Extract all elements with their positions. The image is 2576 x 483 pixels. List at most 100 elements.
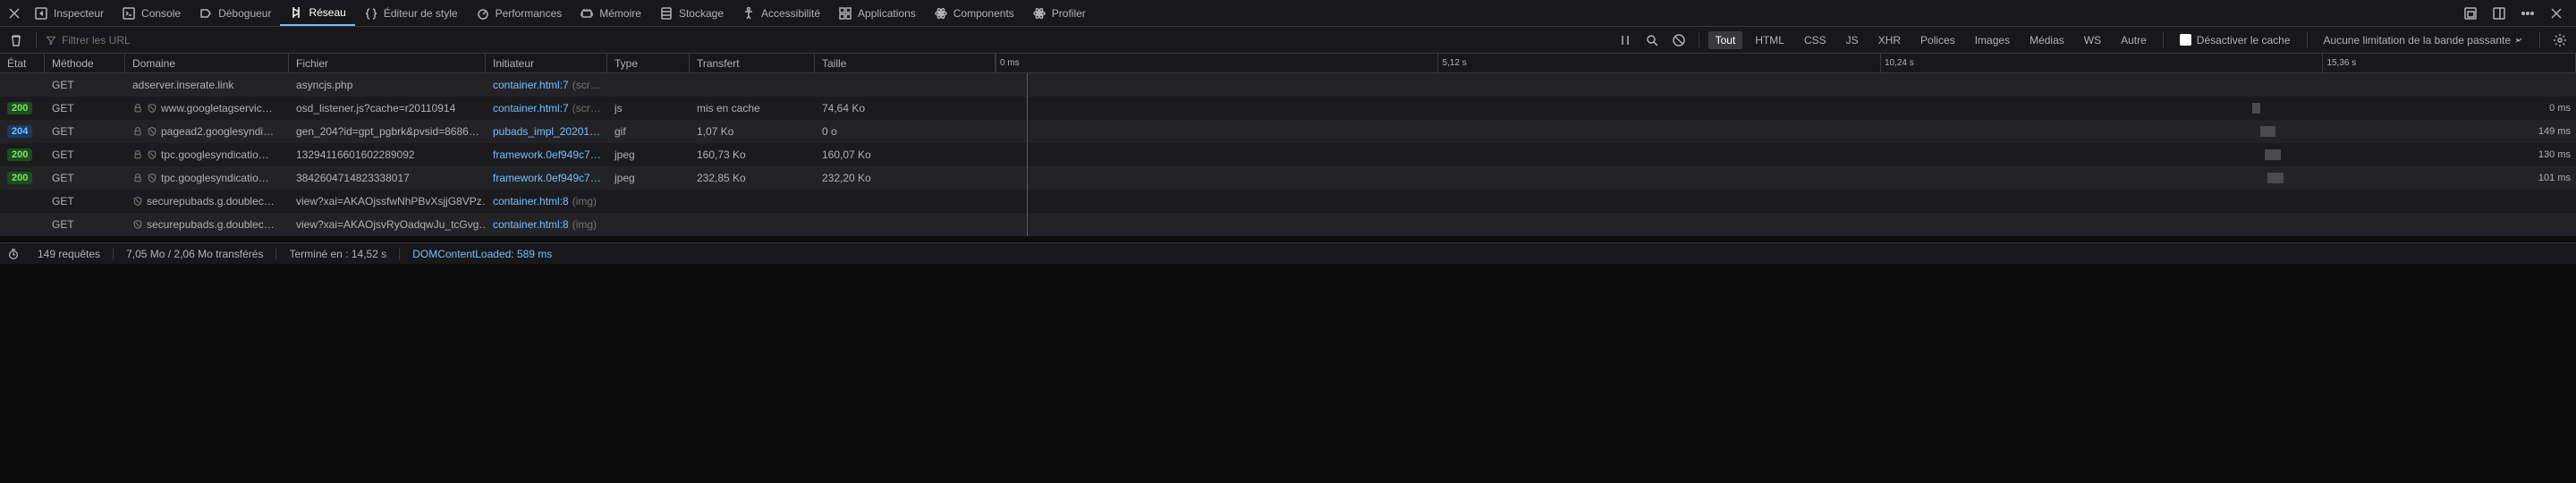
- filter-url-input[interactable]: [62, 34, 241, 47]
- cell-method: GET: [45, 73, 125, 97]
- filter-images[interactable]: Images: [1968, 31, 2017, 49]
- cell-method: GET: [45, 166, 125, 190]
- dock-side-icon[interactable]: [2488, 3, 2510, 24]
- filter-all[interactable]: Tout: [1708, 31, 1743, 49]
- tracker-shield-icon: [147, 126, 157, 137]
- cell-size: [815, 73, 996, 97]
- filter-html[interactable]: HTML: [1748, 31, 1792, 49]
- footer-finish: Terminé en : 14,52 s: [276, 248, 400, 260]
- cell-size: 232,20 Ko: [815, 166, 996, 190]
- initiator-link[interactable]: container.html:8: [493, 195, 569, 208]
- table-row[interactable]: 200GETwww.googletagservic…osd_listener.j…: [0, 97, 2576, 120]
- tab-applications[interactable]: Applications: [829, 0, 925, 26]
- col-transfer[interactable]: Transfert: [690, 54, 815, 72]
- clear-button[interactable]: [5, 30, 27, 51]
- tab-memory[interactable]: Mémoire: [571, 0, 650, 26]
- cell-waterfall: 101 ms: [996, 166, 2576, 190]
- waterfall-tick: 10,24 s: [1880, 54, 1914, 72]
- filter-js[interactable]: JS: [1839, 31, 1866, 49]
- cell-domain: securepubads.g.doublec…: [125, 213, 289, 236]
- status-badge: 200: [7, 172, 32, 184]
- requests-table: État Méthode Domaine Fichier Initiateur …: [0, 54, 2576, 242]
- initiator-link[interactable]: framework.0ef949c7…: [493, 172, 601, 184]
- separator: [36, 32, 37, 48]
- tracker-shield-icon: [132, 219, 143, 230]
- initiator-link[interactable]: container.html:8: [493, 218, 569, 231]
- waterfall-marker: [1027, 213, 1028, 236]
- cell-transfer: [690, 213, 815, 236]
- cell-status: 204: [0, 120, 45, 143]
- tab-storage[interactable]: Stockage: [650, 0, 733, 26]
- tab-performance[interactable]: Performances: [467, 0, 572, 26]
- cell-waterfall: 0 ms: [996, 97, 2576, 120]
- waterfall-bar: [2252, 103, 2260, 114]
- footer-transferred: 7,05 Mo / 2,06 Mo transférés: [114, 248, 276, 260]
- dropdown-icon: [2514, 36, 2523, 45]
- cell-waterfall: 130 ms: [996, 143, 2576, 166]
- iframe-picker-icon[interactable]: [2460, 3, 2481, 24]
- pause-button[interactable]: [1614, 30, 1636, 51]
- more-menu-icon[interactable]: [2517, 3, 2538, 24]
- tab-debugger[interactable]: Débogueur: [190, 0, 280, 26]
- col-type[interactable]: Type: [607, 54, 690, 72]
- cell-type: [607, 190, 690, 213]
- col-method[interactable]: Méthode: [45, 54, 125, 72]
- block-button[interactable]: [1668, 30, 1690, 51]
- disable-cache-checkbox[interactable]: Désactiver le cache: [2173, 34, 2298, 47]
- status-bar: 149 requêtes 7,05 Mo / 2,06 Mo transféré…: [0, 242, 2576, 264]
- col-size[interactable]: Taille: [815, 54, 996, 72]
- filter-xhr[interactable]: XHR: [1871, 31, 1908, 49]
- initiator-link[interactable]: container.html:7: [493, 102, 569, 114]
- cell-method: GET: [45, 97, 125, 120]
- tab-label: Applications: [858, 7, 916, 20]
- col-domain[interactable]: Domaine: [125, 54, 289, 72]
- waterfall-tick: 5,12 s: [1437, 54, 1466, 72]
- initiator-link[interactable]: framework.0ef949c7…: [493, 148, 601, 161]
- col-waterfall[interactable]: 0 ms5,12 s10,24 s15,36 s: [996, 54, 2576, 72]
- cell-waterfall: [996, 213, 2576, 236]
- initiator-link[interactable]: pubads_impl_20201…: [493, 125, 600, 138]
- table-row[interactable]: GETadserver.inserate.linkasyncjs.phpcont…: [0, 73, 2576, 97]
- tab-label: Components: [953, 7, 1014, 20]
- throttle-select[interactable]: Aucune limitation de la bande passante: [2317, 34, 2530, 47]
- close-panel-button[interactable]: [4, 3, 25, 24]
- tab-network[interactable]: Réseau: [280, 0, 354, 26]
- col-file[interactable]: Fichier: [289, 54, 486, 72]
- cell-type: jpeg: [607, 166, 690, 190]
- filter-other[interactable]: Autre: [2114, 31, 2154, 49]
- lock-icon: [132, 149, 143, 160]
- table-row[interactable]: GETsecurepubads.g.doublec…view?xai=AKAOj…: [0, 190, 2576, 213]
- table-row[interactable]: GETsecurepubads.g.doublec…view?xai=AKAOj…: [0, 213, 2576, 236]
- filter-ws[interactable]: WS: [2077, 31, 2108, 49]
- cell-initiator: container.html:8 (img): [486, 190, 607, 213]
- filter-fonts[interactable]: Polices: [1913, 31, 1962, 49]
- tab-label: Console: [141, 7, 181, 20]
- settings-button[interactable]: [2549, 30, 2571, 51]
- table-row[interactable]: 200GETtpc.googlesyndicatio…1329411660160…: [0, 143, 2576, 166]
- col-status[interactable]: État: [0, 54, 45, 72]
- tab-profiler[interactable]: Profiler: [1023, 0, 1095, 26]
- close-devtools-icon[interactable]: [2546, 3, 2567, 24]
- cell-file: 13294116601602289092: [289, 143, 486, 166]
- cell-file: view?xai=AKAOjsvRyOadqwJu_tcGvg…: [289, 213, 486, 236]
- tab-inspector[interactable]: Inspecteur: [25, 0, 113, 26]
- cell-transfer: 1,07 Ko: [690, 120, 815, 143]
- tab-style-editor[interactable]: Éditeur de style: [355, 0, 467, 26]
- filter-media[interactable]: Médias: [2022, 31, 2072, 49]
- search-button[interactable]: [1641, 30, 1663, 51]
- tab-console[interactable]: Console: [113, 0, 190, 26]
- separator: [2539, 32, 2540, 48]
- filter-css[interactable]: CSS: [1797, 31, 1834, 49]
- waterfall-bar: [2260, 126, 2276, 137]
- cell-initiator: framework.0ef949c7…: [486, 166, 607, 190]
- tab-label: Éditeur de style: [384, 7, 458, 20]
- waterfall-tick: 0 ms: [996, 54, 1020, 72]
- tab-components[interactable]: Components: [925, 0, 1023, 26]
- initiator-link[interactable]: container.html:7: [493, 79, 569, 91]
- table-row[interactable]: 200GETtpc.googlesyndicatio…3842604714823…: [0, 166, 2576, 190]
- waterfall-marker: [1027, 120, 1028, 143]
- tab-accessibility[interactable]: Accessibilité: [733, 0, 829, 26]
- cell-transfer: 232,85 Ko: [690, 166, 815, 190]
- col-initiator[interactable]: Initiateur: [486, 54, 607, 72]
- table-row[interactable]: 204GETpagead2.googlesyndi…gen_204?id=gpt…: [0, 120, 2576, 143]
